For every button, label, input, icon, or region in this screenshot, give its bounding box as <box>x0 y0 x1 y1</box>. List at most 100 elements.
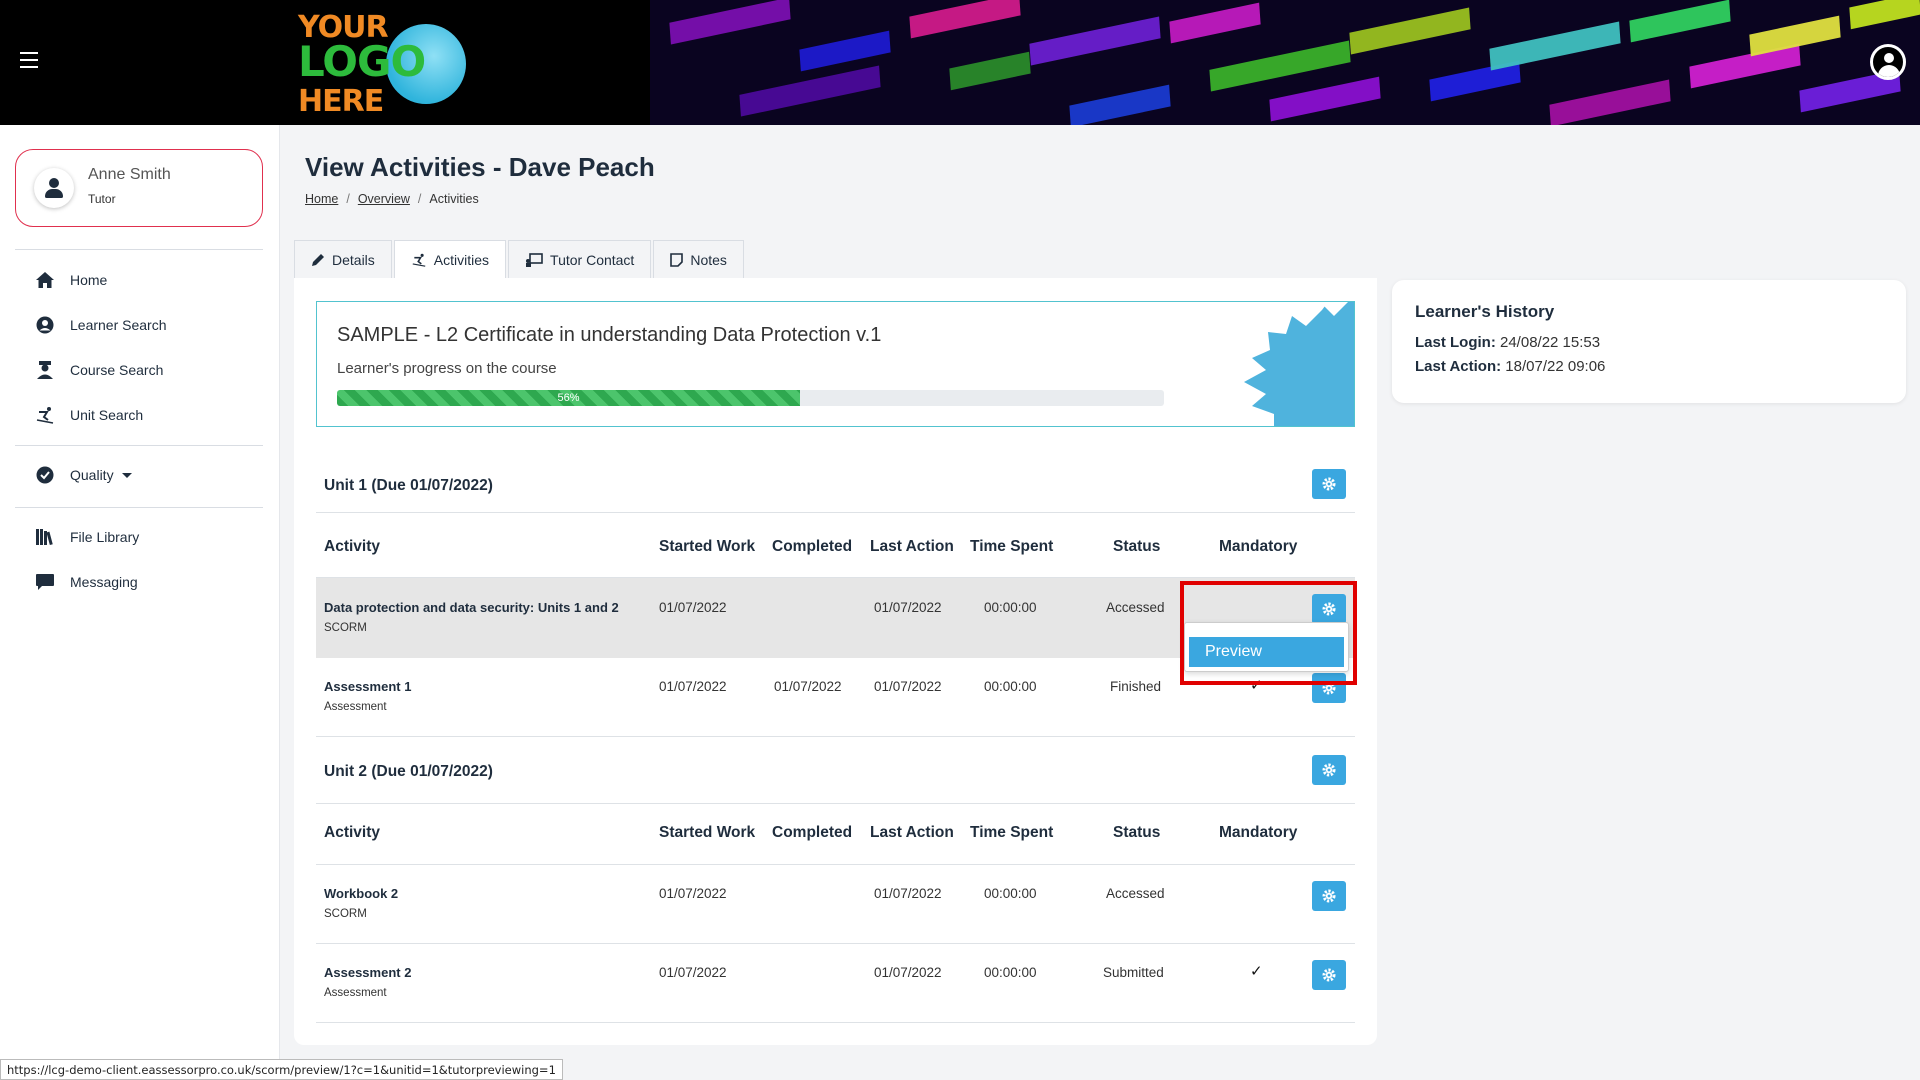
note-icon <box>670 252 684 267</box>
breadcrumb-separator: / <box>346 192 350 206</box>
breadcrumb-separator: / <box>417 192 422 206</box>
tab-label: Details <box>332 251 375 268</box>
graduate-icon <box>34 360 56 380</box>
chevron-down-icon <box>121 472 132 478</box>
sidebar-item-file-library[interactable]: File Library <box>34 525 139 549</box>
sidebar-item-unit-search[interactable]: Unit Search <box>34 403 143 427</box>
menu-toggle-icon[interactable] <box>20 52 38 68</box>
column-header-completed: Completed <box>772 824 853 841</box>
last-action: 01/07/2022 <box>874 886 942 901</box>
activity-type: SCORM <box>324 908 367 920</box>
sidebar-item-home[interactable]: Home <box>34 268 107 292</box>
logo-line-3: HERE <box>298 84 384 119</box>
status: Finished <box>1110 679 1162 694</box>
pencil-icon <box>312 253 324 266</box>
gear-icon <box>1322 889 1336 903</box>
tab-label: Tutor Contact <box>550 251 635 268</box>
check-circle-icon <box>34 465 56 485</box>
column-header-started: Started Work <box>659 824 756 841</box>
gear-icon <box>1322 477 1336 491</box>
sidebar: Anne Smith Tutor Home Learner Search Cou… <box>0 125 280 1080</box>
logo-line-2: LOGO <box>298 37 426 86</box>
tab-label: Activities <box>433 252 490 268</box>
breadcrumb: Home / Overview / Activities <box>305 192 479 206</box>
last-action: 01/07/2022 <box>874 600 942 615</box>
progress-bar: 56% <box>337 390 1164 406</box>
sidebar-item-label: Course Search <box>70 362 164 378</box>
user-card[interactable]: Anne Smith Tutor <box>15 149 263 227</box>
sidebar-divider <box>15 445 263 446</box>
sidebar-item-label: Messaging <box>70 574 138 590</box>
divider <box>316 943 1355 944</box>
column-header-status: Status <box>1113 824 1161 841</box>
tab-label: Notes <box>690 251 727 268</box>
time-spent: 00:00:00 <box>984 600 1037 615</box>
unit-settings-button[interactable] <box>1312 755 1346 785</box>
sidebar-item-course-search[interactable]: Course Search <box>34 358 163 382</box>
gear-icon <box>1322 763 1336 777</box>
company-logo[interactable]: YOUR LOGO HERE <box>298 12 468 119</box>
last-action: 01/07/2022 <box>874 679 942 694</box>
sidebar-item-learner-search[interactable]: Learner Search <box>34 313 167 337</box>
sidebar-item-messaging[interactable]: Messaging <box>34 570 138 594</box>
divider <box>316 512 1355 513</box>
column-header-time-spent: Time Spent <box>970 538 1054 555</box>
skier-icon <box>412 253 426 267</box>
skier-icon <box>34 405 56 425</box>
sidebar-item-label: Learner Search <box>70 317 167 333</box>
started-work: 01/07/2022 <box>659 600 727 615</box>
column-header-activity: Activity <box>324 538 380 555</box>
tab-activities[interactable]: Activities <box>393 240 507 279</box>
status: Submitted <box>1103 965 1164 980</box>
column-header-completed: Completed <box>772 538 853 555</box>
column-header-last-action: Last Action <box>870 538 954 555</box>
chalkboard-icon <box>526 252 543 267</box>
history-title: Learner's History <box>1415 302 1555 321</box>
activity-name: Assessment 1 <box>324 679 412 694</box>
activity-type: SCORM <box>324 622 367 634</box>
sidebar-divider <box>15 507 263 508</box>
last-login-label: Last Login: <box>1415 334 1496 351</box>
breadcrumb-overview-link[interactable]: Overview <box>358 192 410 206</box>
profile-icon[interactable] <box>1870 44 1906 80</box>
last-action-row: Last Action: 18/07/22 09:06 <box>1415 358 1605 375</box>
unit-title: Unit 1 (Due 01/07/2022) <box>324 477 493 494</box>
unit-settings-button[interactable] <box>1312 469 1346 499</box>
user-name: Anne Smith <box>88 166 171 183</box>
last-login-value: 24/08/22 15:53 <box>1500 334 1601 351</box>
started-work: 01/07/2022 <box>659 679 727 694</box>
course-progress-card: SAMPLE - L2 Certificate in understanding… <box>316 301 1355 427</box>
tab-bar: Details Activities Tutor Contact Notes <box>294 240 746 279</box>
divider <box>316 803 1355 804</box>
column-header-activity: Activity <box>324 824 380 841</box>
progress-fill: 56% <box>337 390 801 406</box>
sidebar-item-quality[interactable]: Quality <box>34 463 132 487</box>
activity-name: Data protection and data security: Units… <box>324 600 619 615</box>
last-login-row: Last Login: 24/08/22 15:53 <box>1415 334 1600 351</box>
top-header: YOUR LOGO HERE <box>0 0 1920 125</box>
breadcrumb-current: Activities <box>429 192 479 206</box>
tab-tutor-contact[interactable]: Tutor Contact <box>508 240 652 278</box>
browser-status-url: https://lcg-demo-client.eassessorpro.co.… <box>0 1059 563 1080</box>
completed: 01/07/2022 <box>774 679 842 694</box>
column-header-last-action: Last Action <box>870 824 954 841</box>
header-banner-image <box>650 0 1920 125</box>
activity-settings-button[interactable] <box>1312 960 1346 990</box>
sidebar-item-label: Quality <box>70 467 114 483</box>
last-action: 01/07/2022 <box>874 965 942 980</box>
user-circle-icon <box>34 315 56 335</box>
time-spent: 00:00:00 <box>984 886 1037 901</box>
activity-type: Assessment <box>324 701 387 713</box>
tab-details[interactable]: Details <box>294 240 392 278</box>
books-icon <box>34 527 56 547</box>
breadcrumb-home-link[interactable]: Home <box>305 192 338 206</box>
column-header-mandatory: Mandatory <box>1219 538 1298 555</box>
activity-settings-button[interactable] <box>1312 881 1346 911</box>
column-header-status: Status <box>1113 538 1161 555</box>
column-header-time-spent: Time Spent <box>970 824 1054 841</box>
tab-notes[interactable]: Notes <box>653 240 744 278</box>
gear-icon <box>1322 968 1336 982</box>
activity-type: Assessment <box>324 987 387 999</box>
started-work: 01/07/2022 <box>659 886 727 901</box>
sidebar-item-label: File Library <box>70 529 140 545</box>
